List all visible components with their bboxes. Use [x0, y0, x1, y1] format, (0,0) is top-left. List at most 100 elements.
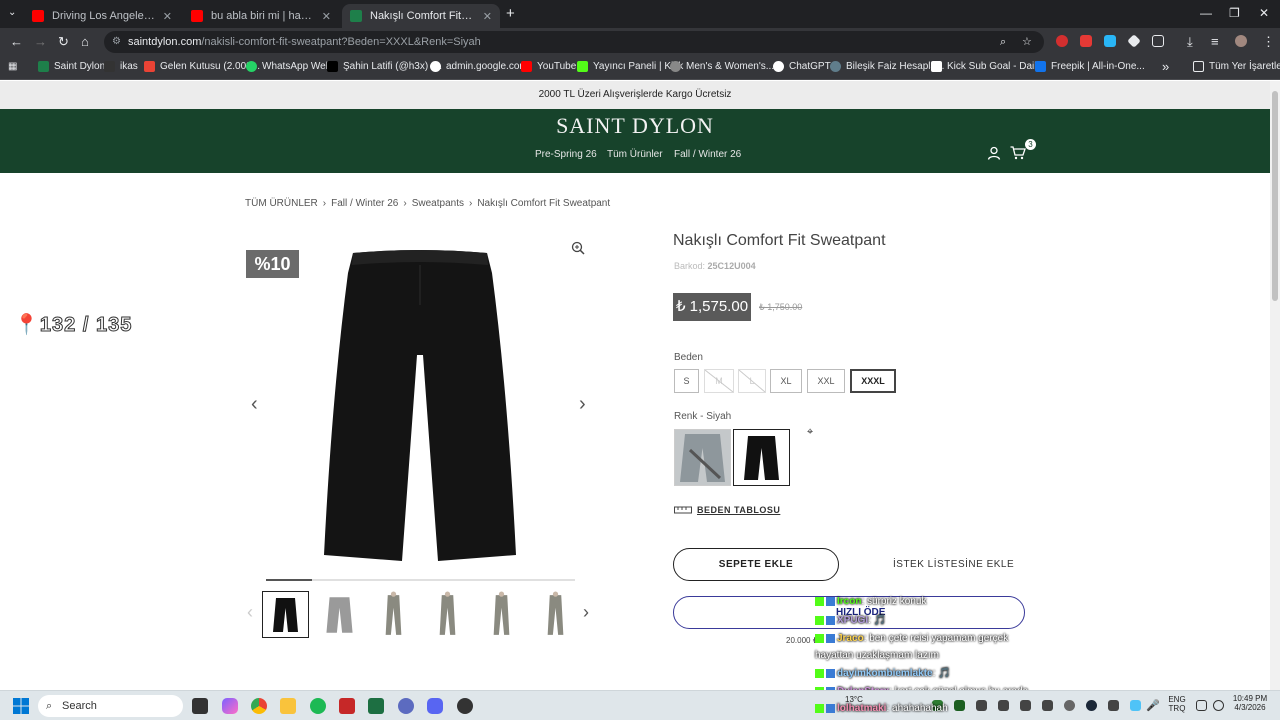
- bookmark-item[interactable]: admin.google.com: [430, 61, 528, 72]
- chrome-icon[interactable]: [251, 698, 267, 714]
- tray-app-icon[interactable]: [1130, 700, 1141, 711]
- copilot-icon[interactable]: [222, 698, 238, 714]
- profile-avatar-icon[interactable]: [1235, 35, 1247, 47]
- new-tab-button[interactable]: +: [506, 5, 515, 22]
- product-main-image[interactable]: [320, 245, 520, 565]
- tab-1[interactable]: Driving Los Angeles: Mulholland ✕: [24, 4, 180, 28]
- menu-kebab-icon[interactable]: ⋮: [1262, 34, 1275, 50]
- close-icon[interactable]: ✕: [163, 10, 172, 23]
- media-icon[interactable]: ≡: [1211, 34, 1219, 49]
- all-bookmarks[interactable]: Tüm Yer İşaretleri: [1193, 61, 1280, 72]
- size-option-xxxl[interactable]: XXXL: [850, 369, 896, 393]
- tray-app-icon[interactable]: [1064, 700, 1075, 711]
- site-info-icon[interactable]: ⚙: [112, 31, 121, 53]
- thumbnail[interactable]: [262, 591, 309, 638]
- network-icon[interactable]: [1196, 700, 1207, 711]
- thumbnail[interactable]: [478, 591, 525, 638]
- clock[interactable]: 10:49 PM 4/3/2026: [1228, 694, 1272, 712]
- extensions-puzzle-icon[interactable]: [1152, 35, 1164, 47]
- size-option-s[interactable]: S: [674, 369, 699, 393]
- tab-3-active[interactable]: Nakışlı Comfort Fit Sweatpant ✕: [342, 4, 500, 28]
- thumbnail[interactable]: [532, 591, 579, 638]
- extension-diamond-icon[interactable]: [1127, 34, 1141, 48]
- microphone-icon[interactable]: 🎤: [1146, 699, 1160, 712]
- prev-image-arrow-icon[interactable]: ‹: [251, 393, 258, 416]
- size-option-xl[interactable]: XL: [770, 369, 802, 393]
- nav-fall-winter[interactable]: Fall / Winter 26: [674, 149, 741, 160]
- size-option-xxl[interactable]: XXL: [807, 369, 845, 393]
- bookmark-item[interactable]: Men's & Women's...: [670, 61, 774, 72]
- download-icon[interactable]: ⤓: [1187, 34, 1193, 50]
- add-to-wishlist-button[interactable]: İSTEK LİSTESİNE EKLE: [893, 559, 1014, 570]
- breadcrumb-item[interactable]: TÜM ÜRÜNLER: [245, 198, 318, 209]
- tab-2[interactable]: bu abla biri mi | hakkımda mera ✕: [183, 4, 339, 28]
- app-settings-icon[interactable]: [398, 698, 414, 714]
- tray-app-icon[interactable]: [1042, 700, 1053, 711]
- bookmark-item[interactable]: Freepik | All-in-One...: [1035, 61, 1145, 72]
- tray-app-icon[interactable]: [1108, 700, 1119, 711]
- bookmarks-more-icon[interactable]: »: [1162, 59, 1169, 74]
- task-view-icon[interactable]: [192, 698, 208, 714]
- taskbar-search[interactable]: ⌕ Search: [38, 695, 183, 717]
- thumbnail[interactable]: [370, 591, 417, 638]
- extension-blue-icon[interactable]: [1104, 35, 1116, 47]
- obs-icon[interactable]: [339, 698, 355, 714]
- scrollbar-thumb[interactable]: [1272, 91, 1278, 301]
- forward-icon[interactable]: →: [34, 34, 47, 49]
- close-icon[interactable]: ✕: [483, 10, 492, 23]
- bookmark-item[interactable]: WhatsApp Web: [246, 61, 331, 72]
- page-scrollbar[interactable]: [1270, 81, 1280, 690]
- steam-icon[interactable]: [1086, 700, 1097, 711]
- bookmark-item[interactable]: Gelen Kutusu (2.008...: [144, 61, 260, 72]
- zoom-icon[interactable]: [571, 241, 585, 255]
- color-swatch-black[interactable]: [733, 429, 790, 486]
- address-bar[interactable]: ⚙ saintdylon.com/nakisli-comfort-fit-swe…: [104, 31, 1044, 53]
- thumbs-prev-arrow-icon[interactable]: ‹: [247, 602, 253, 623]
- size-option-m[interactable]: M: [704, 369, 734, 393]
- bookmark-item[interactable]: Bileşik Faiz Hesapla...: [830, 61, 944, 72]
- tab-search-icon[interactable]: ⌄: [8, 7, 16, 18]
- home-icon[interactable]: ⌂: [81, 34, 89, 49]
- size-option-l[interactable]: L: [738, 369, 766, 393]
- zoom-lens-icon[interactable]: ⌕: [1000, 31, 1006, 53]
- close-icon[interactable]: ✕: [322, 10, 331, 23]
- apps-grid-icon[interactable]: ▦: [8, 61, 17, 72]
- extension-shield-icon[interactable]: [1080, 35, 1092, 47]
- site-logo[interactable]: SAINT DYLON: [0, 113, 1270, 139]
- extension-red-icon[interactable]: [1056, 35, 1068, 47]
- windows-start-icon[interactable]: [13, 698, 29, 714]
- excel-icon[interactable]: [368, 698, 384, 714]
- bookmark-item[interactable]: Şahin Latifi (@h3x) /...: [327, 61, 442, 72]
- breadcrumb-item[interactable]: Sweatpants: [412, 198, 464, 209]
- bookmark-item[interactable]: Saint Dylon: [38, 61, 105, 72]
- input-language[interactable]: ENG TRQ: [1166, 695, 1188, 713]
- next-image-arrow-icon[interactable]: ›: [579, 393, 586, 416]
- bookmark-item[interactable]: YouTube: [521, 61, 576, 72]
- file-explorer-icon[interactable]: [280, 698, 296, 714]
- nav-all-products[interactable]: Tüm Ürünler: [607, 149, 663, 160]
- tray-app-icon[interactable]: [1020, 700, 1031, 711]
- bookmark-item[interactable]: ikas: [104, 61, 138, 72]
- minimize-icon[interactable]: —: [1200, 6, 1212, 20]
- nav-pre-spring[interactable]: Pre-Spring 26: [535, 149, 597, 160]
- spotify-icon[interactable]: [310, 698, 326, 714]
- tray-app-icon[interactable]: [954, 700, 965, 711]
- discord-icon[interactable]: [427, 698, 443, 714]
- window-close-icon[interactable]: ✕: [1259, 6, 1269, 20]
- bookmark-item[interactable]: Yayıncı Paneli | Kick: [577, 61, 683, 72]
- back-icon[interactable]: ←: [10, 34, 23, 49]
- cart-icon[interactable]: [1010, 146, 1026, 160]
- thumbnail[interactable]: [424, 591, 471, 638]
- thumbnail[interactable]: [316, 591, 363, 638]
- game-app-icon[interactable]: [457, 698, 473, 714]
- thumbs-next-arrow-icon[interactable]: ›: [583, 602, 589, 623]
- tray-app-icon[interactable]: [998, 700, 1009, 711]
- user-icon[interactable]: [987, 146, 1001, 160]
- bookmark-item[interactable]: ChatGPT: [773, 61, 831, 72]
- bookmark-star-icon[interactable]: ☆: [1022, 31, 1032, 53]
- volume-icon[interactable]: [1213, 700, 1224, 711]
- reload-icon[interactable]: ↻: [58, 34, 69, 50]
- color-swatch-grey[interactable]: [674, 429, 731, 486]
- add-to-cart-button[interactable]: SEPETE EKLE: [673, 548, 839, 581]
- restore-icon[interactable]: ❐: [1229, 6, 1240, 20]
